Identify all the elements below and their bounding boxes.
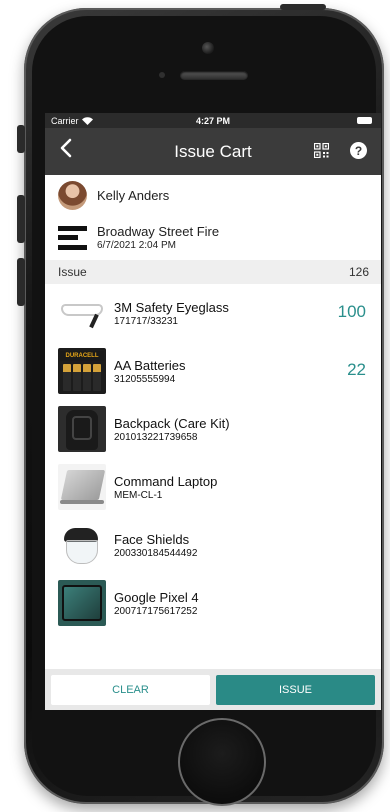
- clear-button[interactable]: CLEAR: [51, 674, 210, 705]
- safety-eyeglass-thumbnail: [58, 290, 106, 336]
- list-item[interactable]: Face Shields 200330184544492: [45, 516, 381, 574]
- proximity-sensor: [159, 72, 165, 78]
- nav-bar: Issue Cart ?: [45, 128, 381, 175]
- app-screen: Carrier 4:27 PM Issue Cart ? Kelly Ander…: [45, 113, 381, 710]
- battery-brand-label: DURACELL: [60, 351, 104, 361]
- location-details: Broadway Street Fire 6/7/2021 2:04 PM: [97, 224, 219, 251]
- battery-icon: [357, 117, 372, 124]
- status-time: 4:27 PM: [195, 115, 230, 126]
- list-item[interactable]: Backpack (Care Kit) 201013221739658: [45, 400, 381, 458]
- item-code: 201013221739658: [114, 431, 198, 443]
- item-name: 3M Safety Eyeglass: [114, 299, 229, 315]
- section-label: Issue: [58, 265, 87, 279]
- item-quantity: 100: [337, 302, 366, 321]
- item-name: Command Laptop: [114, 473, 218, 489]
- person-name: Kelly Anders: [97, 187, 170, 203]
- page-title: Issue Cart: [174, 141, 252, 161]
- item-code: 200717175617252: [114, 605, 198, 617]
- item-code: 200330184544492: [114, 547, 198, 559]
- person-row[interactable]: Kelly Anders: [45, 175, 381, 215]
- issue-button[interactable]: ISSUE: [216, 674, 375, 705]
- earpiece-speaker: [180, 71, 248, 80]
- home-button[interactable]: [178, 718, 266, 806]
- item-name: Google Pixel 4: [114, 589, 199, 605]
- item-name: AA Batteries: [114, 357, 186, 373]
- chevron-left-icon: [60, 138, 72, 158]
- qr-scan-button[interactable]: [313, 142, 330, 159]
- location-list-icon: [58, 225, 87, 250]
- power-button: [280, 4, 326, 10]
- item-code: 31205555994: [114, 373, 176, 385]
- avatar: [58, 180, 87, 210]
- location-row[interactable]: Broadway Street Fire 6/7/2021 2:04 PM: [45, 215, 381, 260]
- help-button[interactable]: ?: [350, 142, 367, 159]
- back-button[interactable]: [59, 138, 73, 163]
- volume-up-button: [17, 195, 25, 243]
- backpack-thumbnail: [58, 406, 106, 452]
- item-code: MEM-CL-1: [114, 489, 163, 501]
- mute-switch: [17, 125, 25, 153]
- status-bar: Carrier 4:27 PM: [45, 113, 381, 128]
- location-datetime: 6/7/2021 2:04 PM: [97, 240, 176, 251]
- section-header: Issue 126: [45, 260, 381, 284]
- volume-down-button: [17, 258, 25, 306]
- batteries-thumbnail: DURACELL: [58, 348, 106, 394]
- list-item[interactable]: 3M Safety Eyeglass 171717/33231 100: [45, 284, 381, 342]
- list-item[interactable]: Google Pixel 4 200717175617252: [45, 574, 381, 632]
- location-name: Broadway Street Fire: [97, 224, 220, 239]
- list-item[interactable]: Command Laptop MEM-CL-1: [45, 458, 381, 516]
- list-item[interactable]: DURACELL AA Batteries 31205555994 22: [45, 342, 381, 400]
- item-name: Face Shields: [114, 531, 190, 547]
- face-shield-thumbnail: [58, 522, 106, 568]
- section-count: 126: [348, 265, 369, 279]
- item-quantity: 22: [347, 360, 366, 379]
- pixel-phone-thumbnail: [58, 580, 106, 626]
- laptop-thumbnail: [58, 464, 106, 510]
- action-bar: CLEAR ISSUE: [45, 669, 381, 710]
- item-code: 171717/33231: [114, 315, 178, 327]
- item-name: Backpack (Care Kit): [114, 415, 230, 431]
- qr-code-icon: [313, 142, 330, 159]
- front-camera: [202, 42, 214, 54]
